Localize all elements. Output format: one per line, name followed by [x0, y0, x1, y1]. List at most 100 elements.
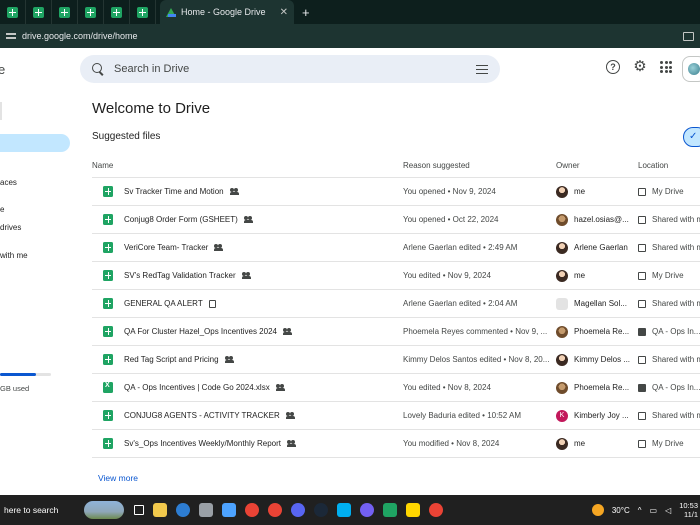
sidebar-item-workspaces[interactable]: aces — [0, 178, 17, 187]
file-row[interactable]: Sv's_Ops Incentives Weekly/Monthly Repor… — [92, 430, 700, 458]
file-row[interactable]: QA For Cluster Hazel_Ops Incentives 2024… — [92, 318, 700, 346]
file-name-cell[interactable]: SV's RedTag Validation Tracker — [92, 262, 397, 289]
file-name-cell[interactable]: GENERAL QA ALERT — [92, 290, 397, 317]
location-text[interactable]: Shared with me — [652, 215, 700, 224]
search-options-icon[interactable] — [476, 64, 488, 75]
file-row[interactable]: GENERAL QA ALERT Arlene Gaerlan edited • … — [92, 290, 700, 318]
sidebar-item-shared-drives[interactable]: drives — [0, 223, 21, 232]
location-cell[interactable]: Shared with me — [638, 290, 700, 317]
new-tab-button[interactable]: + — [302, 5, 310, 20]
file-row[interactable]: QA - Ops Incentives | Code Go 2024.xlsx Y… — [92, 374, 700, 402]
sheets-tab-4[interactable] — [78, 0, 104, 24]
file-name-cell[interactable]: Red Tag Script and Pricing — [92, 346, 397, 373]
location-cell[interactable]: My Drive — [638, 262, 700, 289]
file-name[interactable]: Conjug8 Order Form (GSHEET) — [124, 215, 238, 224]
file-name-cell[interactable]: CONJUG8 AGENTS - ACTIVITY TRACKER — [92, 402, 397, 429]
location-cell[interactable]: QA - Ops In... — [638, 318, 700, 345]
cast-icon[interactable] — [683, 31, 694, 41]
file-name-cell[interactable]: Sv's_Ops Incentives Weekly/Monthly Repor… — [92, 430, 397, 457]
location-text[interactable]: My Drive — [652, 271, 684, 280]
search-icon[interactable] — [92, 63, 104, 75]
location-cell[interactable]: Shared with me — [638, 234, 700, 261]
file-name[interactable]: Sv's_Ops Incentives Weekly/Monthly Repor… — [124, 439, 281, 448]
location-text[interactable]: Shared with me — [652, 299, 700, 308]
location-text[interactable]: Shared with me — [652, 411, 700, 420]
discord-icon[interactable] — [291, 503, 305, 517]
close-tab-icon[interactable]: ✕ — [280, 7, 288, 18]
chrome-icon-2[interactable] — [268, 503, 282, 517]
file-name-cell[interactable]: VeriCore Team- Tracker — [92, 234, 397, 261]
file-name-cell[interactable]: Conjug8 Order Form (GSHEET) — [92, 206, 397, 233]
edge-icon[interactable] — [176, 503, 190, 517]
column-header-name[interactable]: Name — [92, 161, 113, 170]
location-text[interactable]: QA - Ops In... — [652, 383, 700, 392]
file-name[interactable]: Red Tag Script and Pricing — [124, 355, 219, 364]
location-text[interactable]: My Drive — [652, 187, 684, 196]
search-bar[interactable] — [80, 55, 500, 83]
account-avatar[interactable] — [682, 56, 700, 82]
location-cell[interactable]: Shared with me — [638, 402, 700, 429]
chrome-icon[interactable] — [245, 503, 259, 517]
file-name-cell[interactable]: QA For Cluster Hazel_Ops Incentives 2024 — [92, 318, 397, 345]
file-row[interactable]: VeriCore Team- Tracker Arlene Gaerlan edi… — [92, 234, 700, 262]
search-input[interactable] — [114, 63, 476, 75]
mail-icon[interactable] — [222, 503, 236, 517]
site-settings-icon[interactable] — [6, 32, 16, 40]
address-bar[interactable]: drive.google.com/drive/home — [0, 24, 700, 48]
weather-icon[interactable] — [591, 504, 604, 516]
location-cell[interactable]: Shared with me — [638, 206, 700, 233]
taskbar-search-text[interactable]: here to search — [4, 505, 58, 515]
temperature-text[interactable]: 30°C — [612, 506, 630, 515]
url-text[interactable]: drive.google.com/drive/home — [22, 31, 683, 41]
taskbar-search[interactable]: here to search — [0, 495, 130, 525]
view-toggle-check-icon[interactable]: ✓ — [683, 127, 700, 147]
file-name-cell[interactable]: Sv Tracker Time and Motion — [92, 178, 397, 205]
location-text[interactable]: Shared with me — [652, 243, 700, 252]
location-text[interactable]: Shared with me — [652, 355, 700, 364]
file-name[interactable]: GENERAL QA ALERT — [124, 299, 203, 308]
location-cell[interactable]: My Drive — [638, 430, 700, 457]
sidebar-item-home[interactable] — [0, 134, 70, 152]
location-cell[interactable]: My Drive — [638, 178, 700, 205]
file-name[interactable]: SV's RedTag Validation Tracker — [124, 271, 236, 280]
sheets-tab-5[interactable] — [104, 0, 130, 24]
store-icon[interactable] — [199, 503, 213, 517]
file-row[interactable]: Red Tag Script and Pricing Kimmy Delos Sa… — [92, 346, 700, 374]
file-name[interactable]: QA For Cluster Hazel_Ops Incentives 2024 — [124, 327, 277, 336]
gear-icon[interactable]: ⚙ — [633, 59, 647, 74]
location-text[interactable]: QA - Ops In... — [652, 327, 700, 336]
file-name[interactable]: VeriCore Team- Tracker — [124, 243, 208, 252]
volume-icon[interactable]: ◁ — [665, 506, 671, 515]
sheets-tab-1[interactable] — [0, 0, 26, 24]
chevron-up-icon[interactable]: ^ — [638, 506, 642, 515]
file-name-cell[interactable]: QA - Ops Incentives | Code Go 2024.xlsx — [92, 374, 397, 401]
viber-icon[interactable] — [360, 503, 374, 517]
help-icon[interactable]: ? — [606, 60, 620, 74]
sheets-tab-2[interactable] — [26, 0, 52, 24]
clock[interactable]: 10:53 11/1 — [679, 501, 698, 519]
file-name[interactable]: Sv Tracker Time and Motion — [124, 187, 224, 196]
file-name[interactable]: CONJUG8 AGENTS - ACTIVITY TRACKER — [124, 411, 280, 420]
steam-icon[interactable] — [314, 503, 328, 517]
location-cell[interactable]: Shared with me — [638, 346, 700, 373]
file-row[interactable]: SV's RedTag Validation Tracker You edited… — [92, 262, 700, 290]
skype-icon[interactable] — [337, 503, 351, 517]
sheets-tab-6[interactable] — [130, 0, 156, 24]
location-cell[interactable]: QA - Ops In... — [638, 374, 700, 401]
location-text[interactable]: My Drive — [652, 439, 684, 448]
chrome-icon-3[interactable] — [429, 503, 443, 517]
file-row[interactable]: Conjug8 Order Form (GSHEET) You opened • … — [92, 206, 700, 234]
file-name[interactable]: QA - Ops Incentives | Code Go 2024.xlsx — [124, 383, 270, 392]
sheets-tab-3[interactable] — [52, 0, 78, 24]
file-row[interactable]: Sv Tracker Time and Motion You opened • N… — [92, 178, 700, 206]
view-more-link[interactable]: View more — [98, 473, 138, 483]
sidebar-item-computers[interactable]: e — [0, 205, 4, 214]
task-view-icon[interactable] — [134, 505, 144, 515]
active-browser-tab[interactable]: Home - Google Drive ✕ — [160, 0, 294, 24]
sticky-notes-icon[interactable] — [406, 503, 420, 517]
network-icon[interactable]: ▭ — [650, 506, 658, 515]
google-apps-icon[interactable] — [660, 61, 672, 73]
file-row[interactable]: CONJUG8 AGENTS - ACTIVITY TRACKER Lovely … — [92, 402, 700, 430]
file-explorer-icon[interactable] — [153, 503, 167, 517]
sidebar-item-shared-with-me[interactable]: with me — [0, 251, 28, 260]
